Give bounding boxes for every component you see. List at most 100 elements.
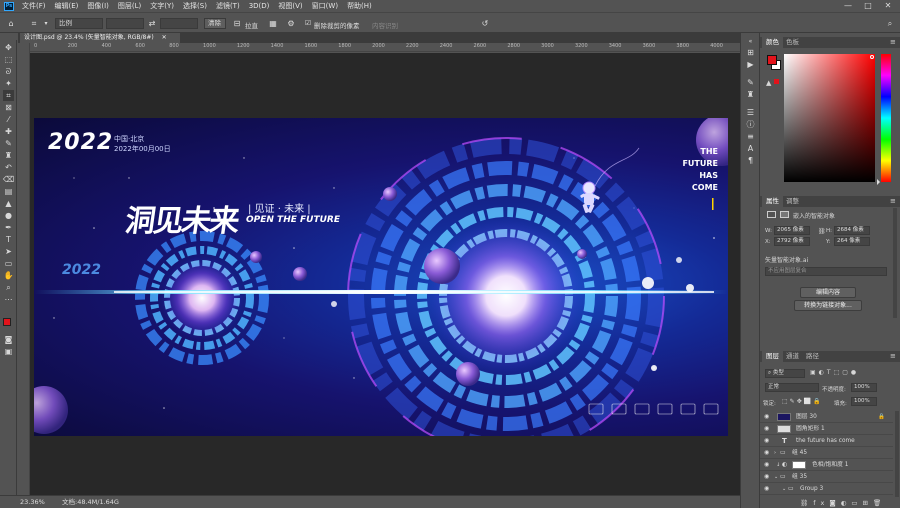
menu-window[interactable]: 窗口(W) xyxy=(312,1,338,11)
clone-source-icon[interactable]: ♜ xyxy=(744,89,757,101)
history-icon[interactable]: ⊞ xyxy=(744,47,757,59)
h-field[interactable]: 2684 像素 xyxy=(834,226,870,235)
visibility-eye-icon[interactable]: ◉ xyxy=(764,423,769,435)
swap-icon[interactable]: ⇄ xyxy=(146,18,158,29)
type-tool-icon[interactable]: T xyxy=(3,234,14,245)
visibility-eye-icon[interactable]: ◉ xyxy=(764,471,769,483)
visibility-eye-icon[interactable]: ◉ xyxy=(764,411,769,423)
crop-tool-icon[interactable]: ⌗ xyxy=(28,18,40,29)
magic-wand-tool-icon[interactable]: ✦ xyxy=(3,78,14,89)
zoom-tool-icon[interactable]: ⌕ xyxy=(3,282,14,293)
search-icon[interactable]: ⌕ xyxy=(884,18,896,29)
menu-select[interactable]: 选择(S) xyxy=(183,1,207,11)
blend-mode-select[interactable]: 正常 xyxy=(765,383,819,392)
brush-settings-icon[interactable]: ✎ xyxy=(744,77,757,89)
gamut-swatch[interactable] xyxy=(774,79,779,84)
layers-footer-icons[interactable]: ⛓fx◙◐▭⊞🗑 xyxy=(800,499,886,507)
layer-row[interactable]: ◉ 图层 30 🔒 xyxy=(760,411,893,423)
gradient-tool-icon[interactable]: ▤ xyxy=(3,186,14,197)
minimize-button[interactable]: — xyxy=(838,0,858,12)
eraser-tool-icon[interactable]: ⌫ xyxy=(3,174,14,185)
screen-mode-icon[interactable]: ▣ xyxy=(3,346,14,357)
quick-mask-icon[interactable]: ◙ xyxy=(3,334,14,345)
layer-row[interactable]: ◉ T the future has come xyxy=(760,435,893,447)
artwork-canvas[interactable]: 2022 中国·北京 2022年00月00日 洞见未来 | 见证 · 未来 | … xyxy=(34,118,728,436)
clone-stamp-tool-icon[interactable]: ♜ xyxy=(3,150,14,161)
menu-image[interactable]: 图像(I) xyxy=(87,1,109,11)
layer-row[interactable]: ◉ 圆角矩形 1 xyxy=(760,423,893,435)
chevron-down-icon[interactable]: ⌄ xyxy=(774,471,778,483)
frame-tool-icon[interactable]: ⊠ xyxy=(3,102,14,113)
pen-tool-icon[interactable]: ✒ xyxy=(3,222,14,233)
layer-row[interactable]: ◉ ⌄ ▭ Group 3 xyxy=(760,483,893,495)
zoom-level[interactable]: 23.36% xyxy=(20,496,45,508)
actions-icon[interactable]: ▶ xyxy=(744,59,757,71)
menu-file[interactable]: 文件(F) xyxy=(22,1,46,11)
color-field[interactable] xyxy=(784,54,875,182)
straighten-label[interactable]: 拉直 xyxy=(245,20,258,30)
visibility-eye-icon[interactable]: ◉ xyxy=(764,435,769,447)
hue-slider[interactable] xyxy=(881,54,891,182)
edit-contents-button[interactable]: 编辑内容 xyxy=(800,287,856,298)
chevron-down-icon[interactable]: ⌄ xyxy=(782,483,786,495)
close-window-button[interactable]: ✕ xyxy=(878,0,898,12)
marquee-tool-icon[interactable]: ⬚ xyxy=(3,54,14,65)
character-icon[interactable]: A xyxy=(744,143,757,155)
layer-row[interactable]: ◉ › ▭ 组 45 xyxy=(760,447,893,459)
x-field[interactable]: 2792 像素 xyxy=(774,237,810,246)
history-brush-tool-icon[interactable]: ↶ xyxy=(3,162,14,173)
color-picker-handle[interactable] xyxy=(870,55,874,59)
menu-layer[interactable]: 图层(L) xyxy=(118,1,141,11)
w-field[interactable]: 2065 像素 xyxy=(774,226,810,235)
menu-edit[interactable]: 编辑(E) xyxy=(55,1,79,11)
visibility-eye-icon[interactable]: ◉ xyxy=(764,447,769,459)
paragraph-icon[interactable]: ¶ xyxy=(744,155,757,167)
tab-adjustments[interactable]: 调整 xyxy=(782,196,803,207)
blur-tool-icon[interactable]: ▲ xyxy=(3,198,14,209)
layer-comp-select[interactable]: 不应用图层复合 xyxy=(765,267,887,276)
tab-properties[interactable]: 属性 xyxy=(762,196,783,207)
home-icon[interactable]: ⌂ xyxy=(5,18,17,29)
eyedropper-tool-icon[interactable]: ⁄ xyxy=(3,114,14,125)
crop-tool-icon[interactable]: ⌗ xyxy=(3,90,14,101)
tab-paths[interactable]: 路径 xyxy=(802,351,823,362)
edit-toolbar-icon[interactable]: ⋯ xyxy=(3,294,14,305)
gear-icon[interactable]: ⚙ xyxy=(285,18,297,29)
lasso-tool-icon[interactable]: ᘐ xyxy=(3,66,14,77)
fill-field[interactable]: 100% xyxy=(851,397,877,406)
visibility-eye-icon[interactable]: ◉ xyxy=(764,483,769,495)
path-selection-tool-icon[interactable]: ➤ xyxy=(3,246,14,257)
height-field[interactable] xyxy=(160,18,198,29)
layer-row[interactable]: ◉ ⌄ ▭ 组 35 xyxy=(760,471,893,483)
visibility-eye-icon[interactable]: ◉ xyxy=(764,459,769,471)
chevron-right-icon[interactable]: › xyxy=(774,447,776,459)
menu-filter[interactable]: 滤镜(T) xyxy=(216,1,240,11)
panel-menu-icon[interactable]: ≡ xyxy=(890,196,896,207)
layers-scrollbar[interactable] xyxy=(895,411,899,497)
menu-help[interactable]: 帮助(H) xyxy=(347,1,372,11)
layer-row[interactable]: ◉ ↓ ◐ 色相/饱和度 1 xyxy=(760,459,893,471)
move-tool-icon[interactable]: ✥ xyxy=(3,42,14,53)
foreground-color-swatch[interactable] xyxy=(3,318,11,326)
vertical-ruler[interactable] xyxy=(18,43,30,495)
lock-icons[interactable]: ⬚✎✥⬜🔒 xyxy=(782,398,823,405)
properties-scrollbar[interactable] xyxy=(893,208,897,318)
menu-view[interactable]: 视图(V) xyxy=(278,1,302,11)
straighten-icon[interactable]: ⊟ xyxy=(231,18,243,29)
horizontal-ruler[interactable]: 0 200 400 600 800 1000 1200 1400 1600 1800 2000 220… xyxy=(30,43,740,52)
menu-3d[interactable]: 3D(D) xyxy=(249,2,270,10)
libraries-icon[interactable]: ≡ xyxy=(744,131,757,143)
reset-icon[interactable]: ↺ xyxy=(479,18,491,29)
hand-tool-icon[interactable]: ✋ xyxy=(3,270,14,281)
layer-filter-icons[interactable]: ▣◐T⬚▢● xyxy=(810,369,859,376)
delete-cropped-checkbox[interactable]: ☑ xyxy=(302,18,314,29)
healing-brush-tool-icon[interactable]: ✚ xyxy=(3,126,14,137)
adjustments-icon[interactable]: ☰ xyxy=(744,107,757,119)
info-icon[interactable]: ⓘ xyxy=(744,119,757,131)
hue-slider-handle[interactable] xyxy=(877,179,880,185)
panel-menu-icon[interactable]: ≡ xyxy=(890,351,896,362)
maximize-button[interactable]: □ xyxy=(858,0,878,12)
brush-tool-icon[interactable]: ✎ xyxy=(3,138,14,149)
rectangle-tool-icon[interactable]: ▭ xyxy=(3,258,14,269)
dodge-tool-icon[interactable]: ● xyxy=(3,210,14,221)
